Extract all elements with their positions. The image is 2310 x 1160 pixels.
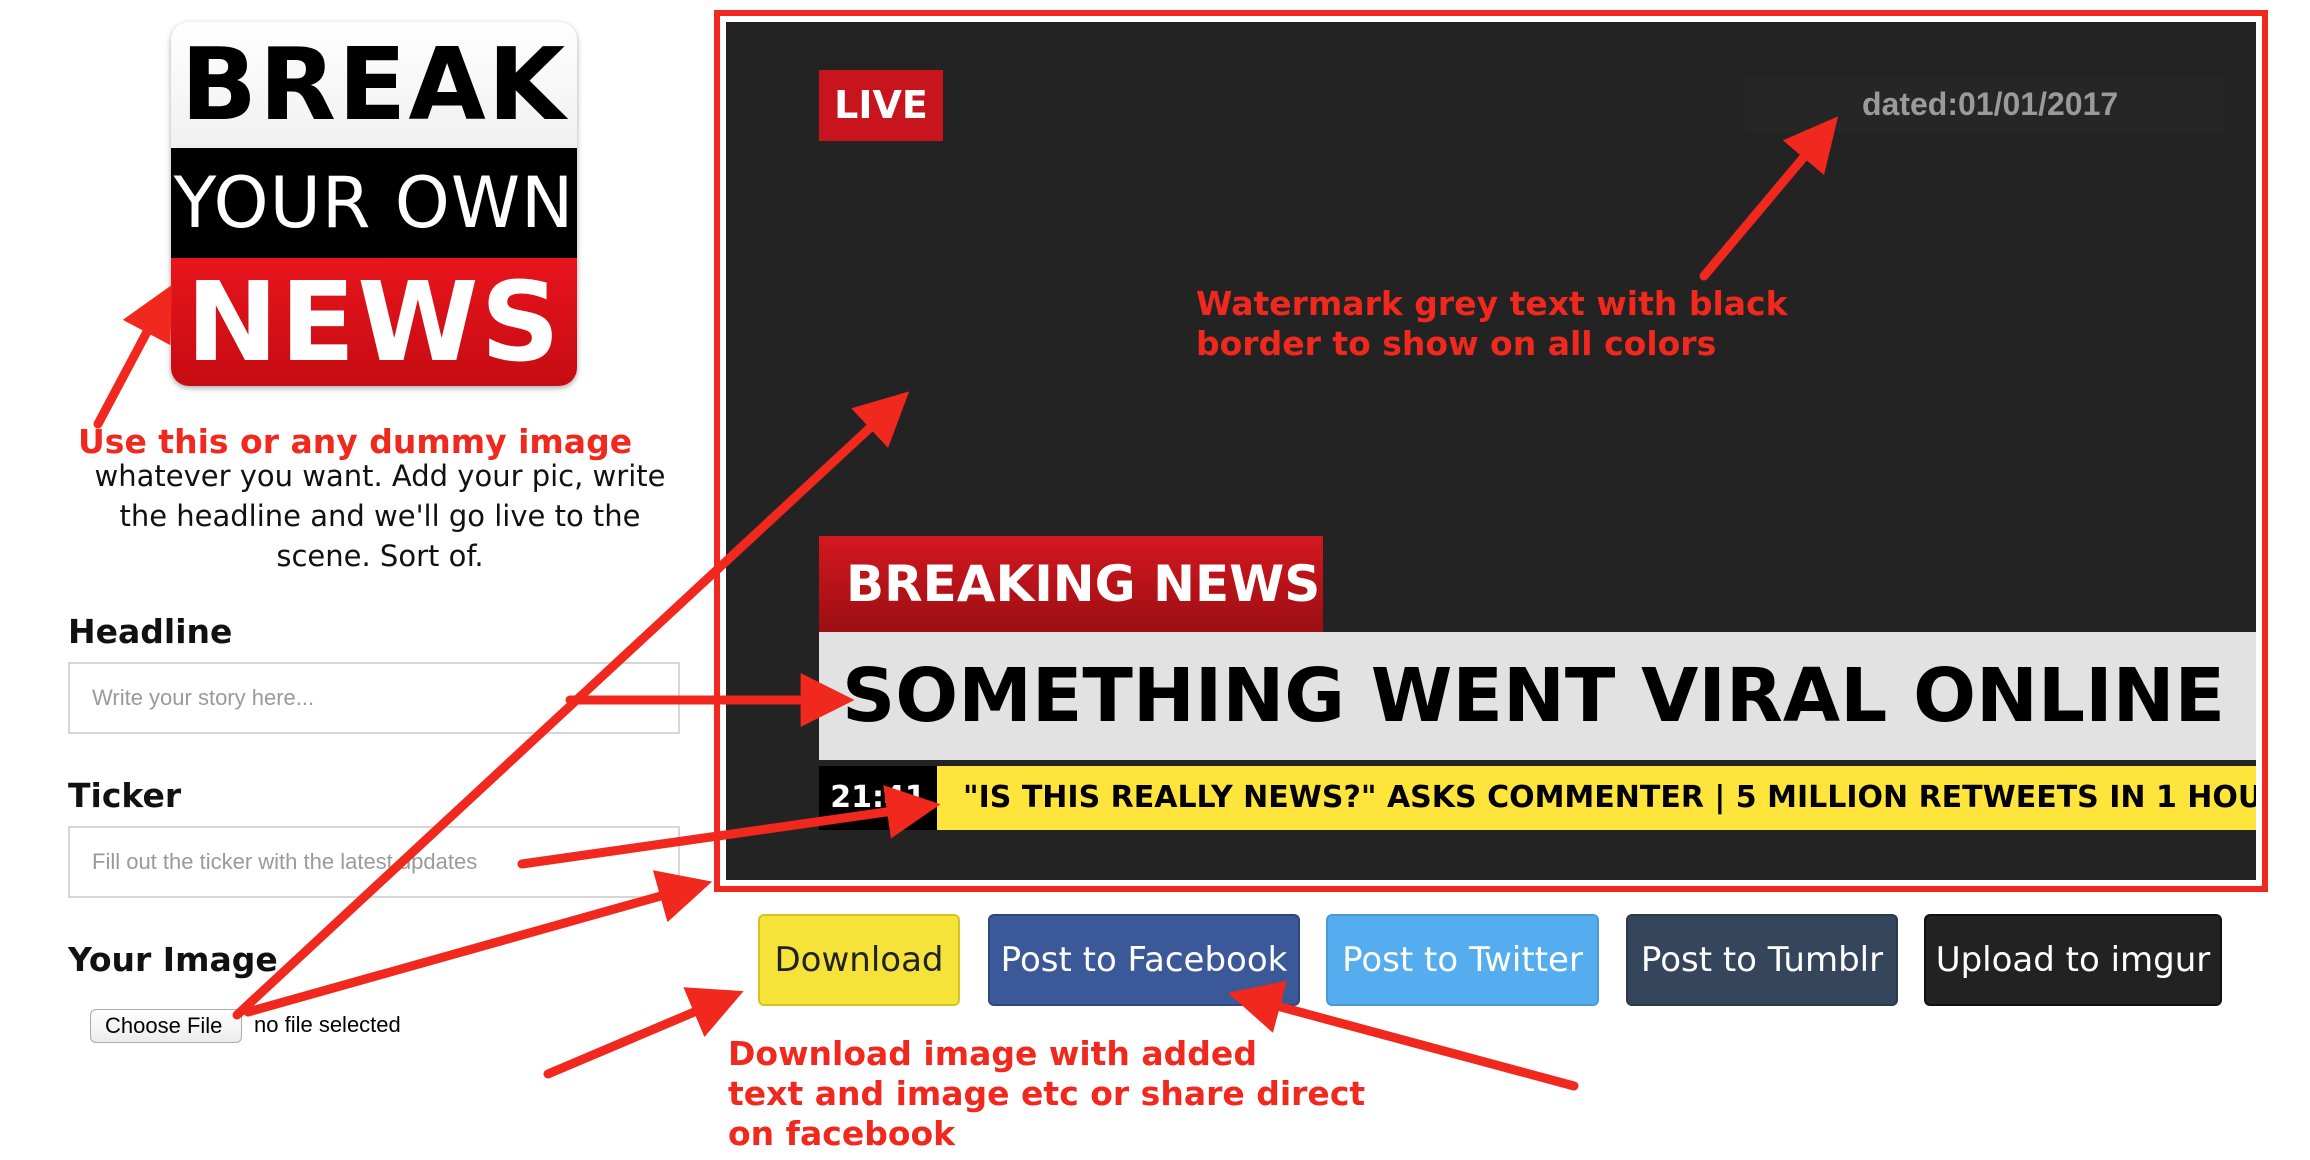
image-label: Your Image <box>68 940 278 979</box>
choose-file-button[interactable]: Choose File <box>90 1009 242 1043</box>
arrow-to-download <box>543 987 744 1079</box>
annotation-watermark-line-2: border to show on all colors <box>1196 324 1717 363</box>
ticker-bar: "IS THIS REALLY NEWS?" ASKS COMMENTER | … <box>937 766 2256 830</box>
file-status: no file selected <box>254 1012 401 1037</box>
headline-input[interactable] <box>68 662 680 734</box>
post-to-facebook-button[interactable]: Post to Facebook <box>988 914 1300 1006</box>
annotation-watermark-line-1: Watermark grey text with black <box>1196 284 1788 323</box>
ticker-time: 21:41 <box>819 766 937 830</box>
logo-line-2: YOUR OWN <box>171 148 577 258</box>
ticker-input[interactable] <box>68 826 680 898</box>
arrow-image-to-frame <box>243 870 713 1017</box>
arrow-to-facebook <box>1227 980 1579 1091</box>
annotation-download-line-3: on facebook <box>728 1114 956 1153</box>
watermark-date: dated:01/01/2017 <box>1862 86 2119 122</box>
annotation-download-line-2: text and image etc or share direct <box>728 1074 1366 1113</box>
logo-line-1: BREAK <box>171 22 577 148</box>
post-to-tumblr-button[interactable]: Post to Tumblr <box>1626 914 1898 1006</box>
download-button[interactable]: Download <box>758 914 960 1006</box>
ticker-label: Ticker <box>68 776 182 815</box>
logo: BREAK YOUR OWN NEWS <box>171 22 577 386</box>
intro-text: whatever you want. Add your pic, write t… <box>94 459 666 573</box>
logo-line-3: NEWS <box>171 258 577 386</box>
live-badge: LIVE <box>819 70 943 141</box>
post-to-twitter-button[interactable]: Post to Twitter <box>1326 914 1599 1006</box>
arrow-to-logo <box>93 284 172 429</box>
headline-label: Headline <box>68 612 233 651</box>
breaking-news-label: BREAKING NEWS <box>819 536 1323 632</box>
headline-bar: SOMETHING WENT VIRAL ONLINE <box>819 632 2256 760</box>
annotation-download-line-1: Download image with added <box>728 1034 1257 1073</box>
upload-to-imgur-button[interactable]: Upload to imgur <box>1924 914 2222 1006</box>
